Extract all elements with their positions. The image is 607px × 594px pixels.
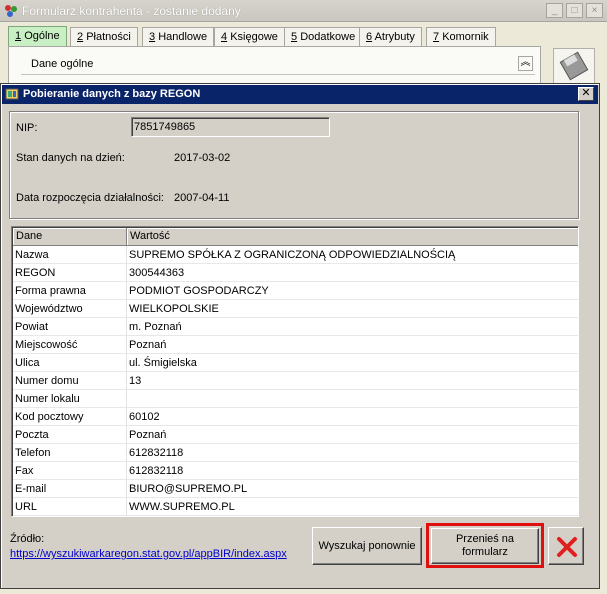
field-value-cell: 60102: [129, 411, 160, 423]
table-row[interactable]: Województwo WIELKOPOLSKIE: [13, 300, 578, 318]
search-again-button[interactable]: Wyszukaj ponownie: [312, 527, 422, 565]
tab-atrybuty[interactable]: 6 Atrybuty: [359, 27, 422, 47]
table-row[interactable]: Fax 612832118: [13, 462, 578, 480]
table-row[interactable]: Numer domu 13: [13, 372, 578, 390]
field-name-cell: E-mail: [13, 480, 127, 498]
start-date-value: 2007-04-11: [174, 192, 230, 204]
field-value-cell: 612832118: [129, 465, 184, 477]
field-value-cell: Poznań: [129, 339, 167, 351]
dialog-close-icon[interactable]: ✕: [578, 87, 594, 101]
field-value-cell: 13: [129, 375, 142, 387]
tab-platnosci[interactable]: 2 Płatności: [70, 27, 138, 47]
table-row[interactable]: Numer lokalu: [13, 390, 578, 408]
table-row[interactable]: Nazwa SUPREMO SPÓŁKA Z OGRANICZONĄ ODPOWI…: [13, 246, 578, 264]
table-row[interactable]: Miejscowość Poznań: [13, 336, 578, 354]
field-value-cell: SUPREMO SPÓŁKA Z OGRANICZONĄ ODPOWIEDZIA…: [129, 249, 456, 261]
field-value-cell: [127, 390, 578, 408]
field-name-cell: Województwo: [13, 300, 127, 318]
field-name-cell: Nazwa: [13, 246, 127, 264]
field-name-cell: Powiat: [13, 318, 127, 336]
field-name-cell: Telefon: [13, 444, 127, 462]
field-name-cell: Poczta: [13, 426, 127, 444]
table-row[interactable]: REGON 300544363: [13, 264, 578, 282]
field-name-cell: Fax: [13, 462, 127, 480]
parent-titlebar: Formularz kontrahenta - zostanie dodany …: [0, 0, 607, 22]
table-row[interactable]: Poczta Poznań: [13, 426, 578, 444]
disk-icon: [559, 51, 589, 81]
field-name-cell: Numer lokalu: [13, 390, 127, 408]
tab-dodatkowe[interactable]: 5 Dodatkowe: [284, 27, 363, 47]
field-name-cell: URL: [13, 498, 127, 516]
field-value-cell: WIELKOPOLSKIE: [129, 303, 219, 315]
dialog-titlebar: Pobieranie danych z bazy REGON ✕: [2, 85, 598, 104]
field-value-cell: WWW.SUPREMO.PL: [129, 501, 235, 513]
regon-dialog: Pobieranie danych z bazy REGON ✕ NIP: 78…: [0, 83, 600, 589]
database-icon: [5, 87, 19, 101]
nip-label: NIP:: [16, 122, 38, 134]
start-date-label: Data rozpoczęcia działalności:: [16, 192, 164, 204]
field-name-cell: Ulica: [13, 354, 127, 372]
table-row[interactable]: Telefon 612832118: [13, 444, 578, 462]
source-label: Źródło:: [10, 533, 45, 545]
field-name-cell: Miejscowość: [13, 336, 127, 354]
table-row[interactable]: Forma prawna PODMIOT GOSPODARCZY: [13, 282, 578, 300]
section-header: Dane ogólne ︽: [21, 55, 535, 75]
close-icon[interactable]: ×: [586, 3, 603, 18]
field-value-cell: 612832118: [129, 447, 184, 459]
red-x-icon: [557, 537, 577, 557]
regon-data-grid[interactable]: Dane Wartość Nazwa SUPREMO SPÓŁKA Z OGRAN…: [11, 226, 579, 517]
field-name-cell: Forma prawna: [13, 282, 127, 300]
state-date-value: 2017-03-02: [174, 152, 231, 164]
minimize-icon[interactable]: _: [546, 3, 563, 18]
dialog-title: Pobieranie danych z bazy REGON: [23, 88, 201, 100]
tab-ogolne[interactable]: 1 Ogólne: [8, 26, 67, 48]
tab-handlowe[interactable]: 3 Handlowe: [142, 27, 215, 47]
nip-field[interactable]: 7851749865: [131, 117, 330, 137]
parent-window-title: Formularz kontrahenta - zostanie dodany: [22, 4, 241, 18]
section-label: Dane ogólne: [31, 58, 94, 70]
field-name-cell: REGON: [13, 264, 127, 282]
app-icon: [4, 4, 18, 18]
company-info-box: NIP: 7851749865 Stan danych na dzień: 20…: [9, 111, 579, 219]
table-row[interactable]: Kod pocztowy 60102: [13, 408, 578, 426]
field-name-cell: Kod pocztowy: [13, 408, 127, 426]
field-name-cell: Numer domu: [13, 372, 127, 390]
cancel-button[interactable]: [548, 527, 584, 565]
transfer-label-line2: formularz: [462, 546, 508, 558]
field-value-cell: Poznań: [129, 429, 167, 441]
table-row[interactable]: URL WWW.SUPREMO.PL: [13, 498, 578, 516]
tab-komornik[interactable]: 7 Komornik: [426, 27, 496, 47]
maximize-icon[interactable]: □: [566, 3, 583, 18]
field-value-cell: BIURO@SUPREMO.PL: [129, 483, 248, 495]
table-row[interactable]: Powiat m. Poznań: [13, 318, 578, 336]
transfer-label-line1: Przenieś na: [455, 533, 515, 545]
table-row[interactable]: E-mail BIURO@SUPREMO.PL: [13, 480, 578, 498]
state-date-label: Stan danych na dzień:: [16, 152, 125, 164]
tab-ksiegowe[interactable]: 4 Księgowe: [214, 27, 285, 47]
save-button[interactable]: [553, 48, 595, 84]
transfer-to-form-button[interactable]: Przenieś na formularz: [431, 528, 539, 564]
source-link[interactable]: https://wyszukiwarkaregon.stat.gov.pl/ap…: [10, 548, 287, 560]
column-header-dane[interactable]: Dane: [13, 228, 127, 245]
grid-header: Dane Wartość: [13, 228, 578, 246]
field-value-cell: 300544363: [129, 267, 185, 279]
field-value-cell: ul. Śmigielska: [129, 357, 197, 369]
field-value-cell: m. Poznań: [129, 321, 182, 333]
collapse-icon[interactable]: ︽: [518, 56, 533, 71]
field-value-cell: PODMIOT GOSPODARCZY: [129, 285, 269, 297]
table-row[interactable]: Ulica ul. Śmigielska: [13, 354, 578, 372]
column-header-wartosc[interactable]: Wartość: [127, 228, 578, 245]
parent-panel: Dane ogólne ︽: [8, 46, 541, 86]
